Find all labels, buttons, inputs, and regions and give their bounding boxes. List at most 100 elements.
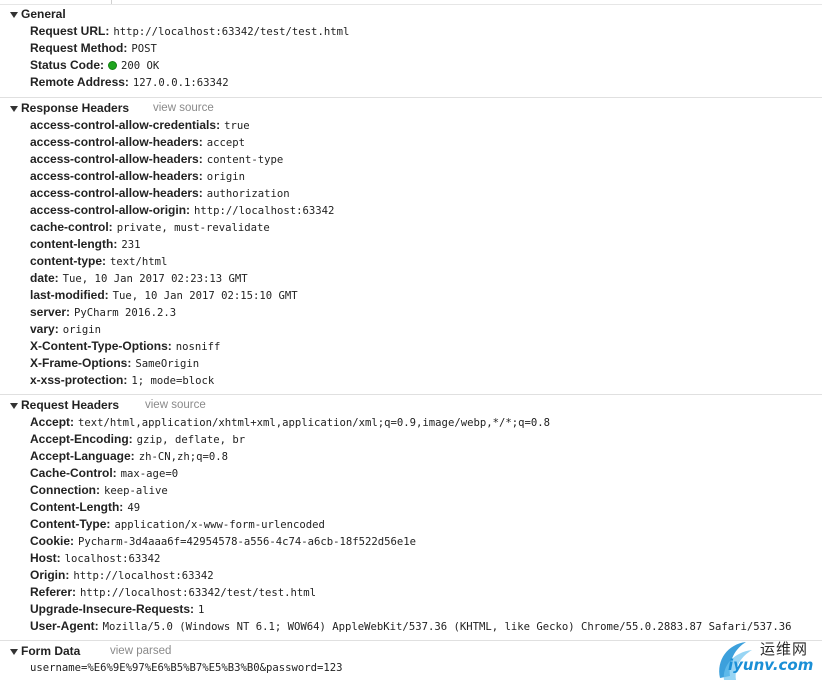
general-rows: Request URL: http://localhost:63342/test/… — [0, 23, 822, 91]
header-row: Status Code: 200 OK — [0, 57, 822, 74]
header-row: content-length: 231 — [0, 236, 822, 253]
header-row: content-type: text/html — [0, 253, 822, 270]
header-key: Host: — [30, 551, 61, 565]
header-key: content-length: — [30, 237, 118, 251]
header-row: access-control-allow-headers: origin — [0, 168, 822, 185]
view-source-link[interactable]: view source — [145, 397, 206, 414]
header-key: User-Agent: — [30, 619, 99, 633]
header-value: origin — [206, 171, 246, 183]
header-key: Remote Address: — [30, 75, 129, 89]
header-key: Accept-Language: — [30, 449, 135, 463]
header-key: Content-Type: — [30, 517, 111, 531]
header-value: gzip, deflate, br — [136, 434, 246, 446]
header-key: Origin: — [30, 568, 70, 582]
section-header-response[interactable]: Response Headers view source — [0, 100, 822, 117]
section-form-data: Form Data view parsed username=%E6%9E%97… — [0, 640, 822, 677]
header-row: access-control-allow-credentials: true — [0, 117, 822, 134]
header-value: nosniff — [175, 341, 221, 353]
header-value: Mozilla/5.0 (Windows NT 6.1; WOW64) Appl… — [102, 621, 792, 633]
header-row: date: Tue, 10 Jan 2017 02:23:13 GMT — [0, 270, 822, 287]
header-key: cache-control: — [30, 220, 113, 234]
header-value: 1; mode=block — [131, 375, 215, 387]
header-value: Tue, 10 Jan 2017 02:15:10 GMT — [112, 290, 298, 302]
header-value: localhost:63342 — [64, 553, 161, 565]
header-row: cache-control: private, must-revalidate — [0, 219, 822, 236]
section-title[interactable]: Request Headers — [21, 397, 119, 414]
header-value: SameOrigin — [135, 358, 200, 370]
triangle-down-icon[interactable] — [10, 106, 18, 112]
header-row: Cookie: Pycharm-3d4aaa6f=42954578-a556-4c… — [0, 533, 822, 550]
header-row: X-Frame-Options: SameOrigin — [0, 355, 822, 372]
header-row: access-control-allow-origin: http://local… — [0, 202, 822, 219]
header-row: server: PyCharm 2016.2.3 — [0, 304, 822, 321]
header-row: X-Content-Type-Options: nosniff — [0, 338, 822, 355]
header-key: Accept: — [30, 415, 75, 429]
triangle-down-icon[interactable] — [10, 12, 18, 18]
header-value: origin — [62, 324, 101, 336]
header-key: Accept-Encoding: — [30, 432, 133, 446]
header-value: PyCharm 2016.2.3 — [74, 307, 177, 319]
header-row: Content-Type: application/x-www-form-urle… — [0, 516, 822, 533]
response-header-rows: access-control-allow-credentials: true acc… — [0, 117, 822, 389]
header-row: Remote Address: 127.0.0.1:63342 — [0, 74, 822, 91]
header-key: Content-Length: — [30, 500, 124, 514]
header-value: max-age=0 — [120, 468, 179, 480]
header-value: Pycharm-3d4aaa6f=42954578-a556-4c74-a6cb… — [78, 536, 417, 548]
header-row: Content-Length: 49 — [0, 499, 822, 516]
header-value: 127.0.0.1:63342 — [132, 77, 229, 89]
section-title[interactable]: Response Headers — [21, 100, 129, 117]
header-key: Cookie: — [30, 534, 75, 548]
header-key: Status Code: — [30, 58, 105, 72]
header-key: access-control-allow-origin: — [30, 203, 191, 217]
header-value: http://localhost:63342/test/test.html — [113, 26, 350, 38]
header-row: Upgrade-Insecure-Requests: 1 — [0, 601, 822, 618]
header-key: date: — [30, 271, 59, 285]
header-key: x-xss-protection: — [30, 373, 128, 387]
header-row: vary: origin — [0, 321, 822, 338]
watermark-logo: 运维网 iyunv.com — [714, 630, 822, 684]
section-header-form[interactable]: Form Data view parsed — [0, 643, 822, 660]
header-row: access-control-allow-headers: content-typ… — [0, 151, 822, 168]
view-parsed-link[interactable]: view parsed — [110, 643, 171, 660]
header-value: keep-alive — [104, 485, 168, 497]
header-value: true — [224, 120, 250, 132]
header-row: User-Agent: Mozilla/5.0 (Windows NT 6.1; … — [0, 618, 822, 635]
header-key: Upgrade-Insecure-Requests: — [30, 602, 195, 616]
section-header-request[interactable]: Request Headers view source — [0, 397, 822, 414]
header-key: access-control-allow-credentials: — [30, 118, 221, 132]
triangle-down-icon[interactable] — [10, 649, 18, 655]
section-title[interactable]: General — [21, 6, 66, 23]
header-key: Connection: — [30, 483, 100, 497]
header-row: Host: localhost:63342 — [0, 550, 822, 567]
header-value: accept — [206, 137, 246, 149]
header-value: authorization — [206, 188, 290, 200]
triangle-down-icon[interactable] — [10, 403, 18, 409]
header-value: private, must-revalidate — [116, 222, 270, 234]
header-row: access-control-allow-headers: accept — [0, 134, 822, 151]
header-key: Request Method: — [30, 41, 128, 55]
header-row: Accept-Encoding: gzip, deflate, br — [0, 431, 822, 448]
header-key: content-type: — [30, 254, 106, 268]
watermark-text-en: iyunv.com — [728, 656, 814, 674]
header-row: Origin: http://localhost:63342 — [0, 567, 822, 584]
header-value: http://localhost:63342 — [73, 570, 214, 582]
header-value: http://localhost:63342 — [194, 205, 335, 217]
view-source-link[interactable]: view source — [153, 100, 214, 117]
header-value: 200 OK — [121, 60, 160, 72]
header-key: Referer: — [30, 585, 77, 599]
header-key: access-control-allow-headers: — [30, 169, 203, 183]
section-header-general[interactable]: General — [0, 6, 822, 23]
section-general: General Request URL: http://localhost:633… — [0, 6, 822, 91]
header-row: Referer: http://localhost:63342/test/test… — [0, 584, 822, 601]
request-header-rows: Accept: text/html,application/xhtml+xml,a… — [0, 414, 822, 635]
section-title[interactable]: Form Data — [21, 643, 80, 660]
header-value: 49 — [127, 502, 141, 514]
header-key: Request URL: — [30, 24, 110, 38]
header-value: http://localhost:63342/test/test.html — [80, 587, 317, 599]
header-row: Accept: text/html,application/xhtml+xml,a… — [0, 414, 822, 431]
header-key: vary: — [30, 322, 59, 336]
header-key: access-control-allow-headers: — [30, 186, 203, 200]
header-row: Request Method: POST — [0, 40, 822, 57]
header-value: content-type — [206, 154, 284, 166]
form-data-value: username=%E6%9E%97%E6%B5%B7%E5%B3%B0&pas… — [30, 662, 343, 674]
